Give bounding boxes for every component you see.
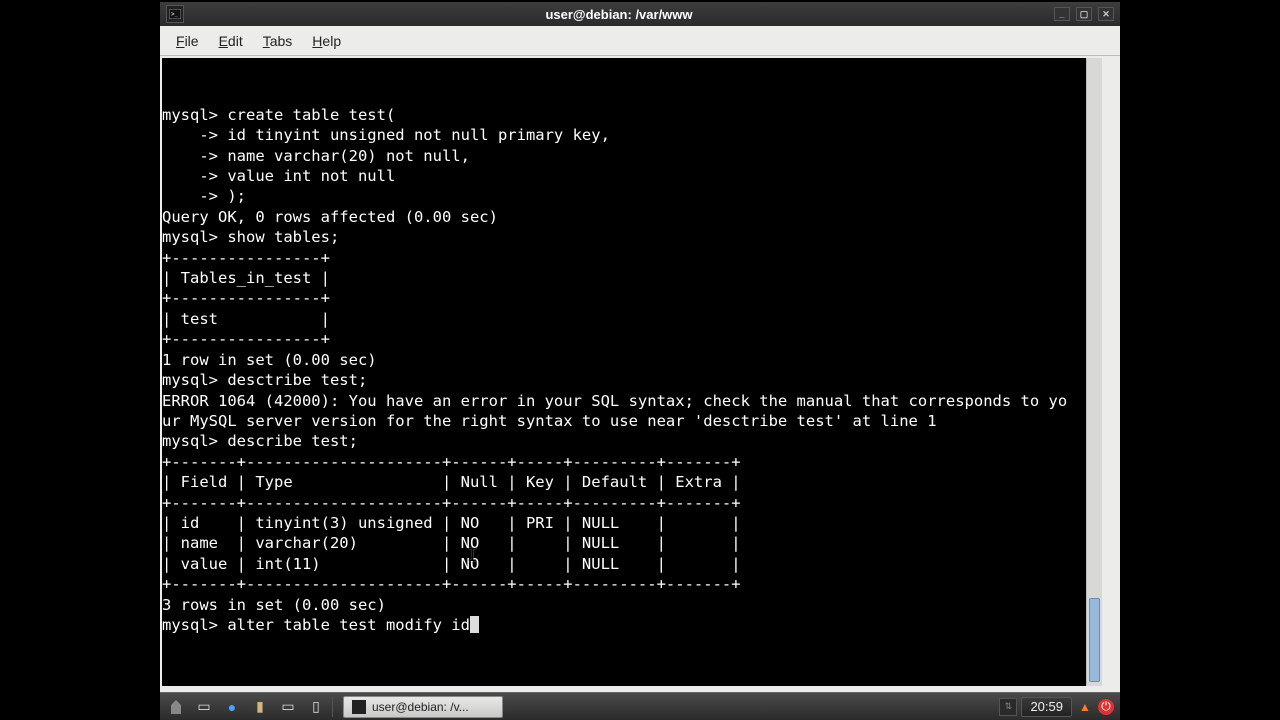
clock[interactable]: 20:59 [1021,697,1072,717]
terminal-line: 1 row in set (0.00 sec) [162,350,1102,370]
terminal-line: mysql> show tables; [162,227,1102,247]
terminal-line: +-------+---------------------+------+--… [162,452,1102,472]
terminal-launcher-icon[interactable]: ▭ [276,696,300,718]
terminal-line: | Tables_in_test | [162,268,1102,288]
terminal-line: mysql> create table test( [162,105,1102,125]
terminal-line: | value | int(11) | NO | | NULL | | [162,554,1102,574]
menu-tabs[interactable]: Tabs [253,29,303,53]
app-launcher-icon[interactable]: ▯ [304,696,328,718]
show-desktop-icon[interactable]: ▭ [192,696,216,718]
window-titlebar: >_ user@debian: /var/www _ ▢ ✕ [160,2,1120,26]
terminal-line: mysql> describe test; [162,431,1102,451]
notification-icon[interactable]: ▲ [1076,698,1094,716]
close-button[interactable]: ✕ [1098,7,1114,21]
taskbar: ▭ ● ▮ ▭ ▯ user@debian: /v... ⇅ 20:59 ▲ ⏻ [160,692,1120,720]
minimize-button[interactable]: _ [1054,7,1070,21]
file-manager-icon[interactable]: ▮ [248,696,272,718]
terminal-line: -> value int not null [162,166,1102,186]
terminal-line: -> name varchar(20) not null, [162,146,1102,166]
terminal-line: -> id tinyint unsigned not null primary … [162,125,1102,145]
terminal-frame: mysql> create table test( -> id tinyint … [160,56,1120,692]
terminal-line: mysql> desctribe test; [162,370,1102,390]
menu-file[interactable]: File [166,29,209,53]
terminal-line: 3 rows in set (0.00 sec) [162,595,1102,615]
start-menu-icon[interactable] [164,696,188,718]
terminal-line: +----------------+ [162,248,1102,268]
terminal[interactable]: mysql> create table test( -> id tinyint … [162,58,1102,686]
menubar: File Edit Tabs Help [160,26,1120,56]
terminal-line: -> ); [162,186,1102,206]
terminal-icon [352,700,366,714]
terminal-line: Query OK, 0 rows affected (0.00 sec) [162,207,1102,227]
terminal-line: +-------+---------------------+------+--… [162,493,1102,513]
terminal-cursor [470,616,479,633]
terminal-line: | name | varchar(20) | NO | | NULL | | [162,533,1102,553]
taskbar-window-label: user@debian: /v... [372,700,469,714]
terminal-line: +-------+---------------------+------+--… [162,574,1102,594]
terminal-line: ur MySQL server version for the right sy… [162,411,1102,431]
terminal-line: | test | [162,309,1102,329]
scrollbar[interactable] [1086,58,1102,686]
scrollbar-thumb[interactable] [1089,598,1100,682]
menu-edit[interactable]: Edit [209,29,253,53]
terminal-line: | id | tinyint(3) unsigned | NO | PRI | … [162,513,1102,533]
maximize-button[interactable]: ▢ [1076,7,1092,21]
taskbar-window-button[interactable]: user@debian: /v... [343,696,503,718]
web-browser-icon[interactable]: ● [220,696,244,718]
menu-help[interactable]: Help [302,29,351,53]
terminal-line: +----------------+ [162,329,1102,349]
window-title: user@debian: /var/www [184,7,1054,22]
terminal-app-icon: >_ [166,5,184,23]
network-icon[interactable]: ⇅ [999,698,1017,716]
power-icon[interactable]: ⏻ [1098,699,1114,715]
terminal-line: +----------------+ [162,288,1102,308]
svg-text:>_: >_ [171,12,179,18]
system-tray: ⇅ 20:59 ▲ ⏻ [999,697,1114,717]
terminal-line: ERROR 1064 (42000): You have an error in… [162,391,1102,411]
terminal-line: | Field | Type | Null | Key | Default | … [162,472,1102,492]
terminal-prompt-line[interactable]: mysql> alter table test modify id [162,615,1102,635]
